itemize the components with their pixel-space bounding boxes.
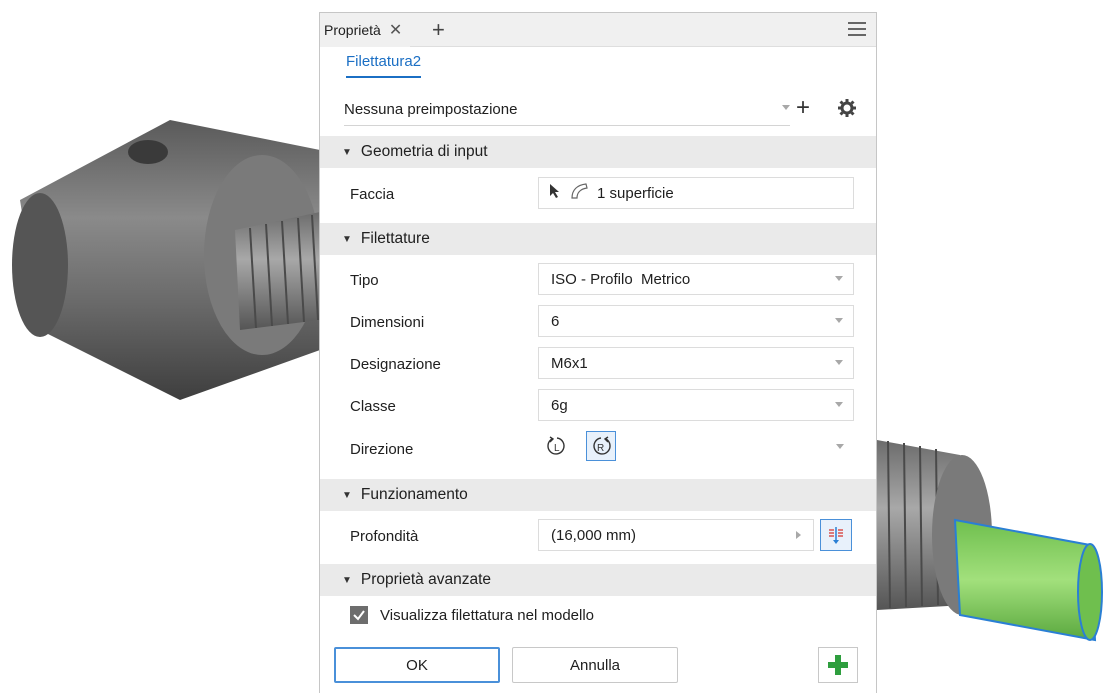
chevron-down-icon bbox=[782, 105, 790, 110]
size-dropdown[interactable]: 6 bbox=[538, 305, 854, 337]
collapse-triangle-icon: ▼ bbox=[342, 574, 352, 586]
chevron-down-icon bbox=[835, 276, 843, 281]
tab-properties[interactable]: Proprietà ✕ bbox=[320, 13, 411, 47]
add-tab-icon[interactable]: + bbox=[432, 13, 445, 47]
size-value: 6 bbox=[551, 312, 560, 330]
section-advanced[interactable]: ▼ Proprietà avanzate bbox=[320, 564, 876, 596]
direction-control: L R bbox=[538, 431, 854, 467]
collapse-triangle-icon: ▼ bbox=[342, 489, 352, 501]
section-title: Filettature bbox=[360, 230, 430, 247]
direction-label: Direzione bbox=[350, 441, 414, 458]
type-value: ISO - Profilo Metrico bbox=[551, 270, 691, 288]
designation-value: M6x1 bbox=[551, 354, 588, 372]
preset-row: Nessuna preimpostazione + bbox=[344, 93, 864, 126]
model-left-part bbox=[12, 120, 320, 400]
class-label: Classe bbox=[350, 398, 396, 415]
cursor-arrow-icon bbox=[549, 183, 561, 203]
face-selector[interactable]: 1 superficie bbox=[538, 177, 854, 209]
section-behavior[interactable]: ▼ Funzionamento bbox=[320, 479, 876, 511]
surface-icon bbox=[569, 182, 589, 204]
flip-depth-icon[interactable] bbox=[820, 519, 852, 551]
right-hand-thread-icon[interactable]: R bbox=[586, 431, 616, 461]
collapse-triangle-icon: ▼ bbox=[342, 146, 352, 158]
left-hand-thread-icon[interactable]: L bbox=[542, 431, 572, 461]
designation-dropdown[interactable]: M6x1 bbox=[538, 347, 854, 379]
close-icon[interactable]: ✕ bbox=[389, 20, 402, 40]
panel-tab-bar: Proprietà ✕ + bbox=[320, 13, 876, 47]
hamburger-icon[interactable] bbox=[848, 22, 866, 36]
preset-dropdown[interactable]: Nessuna preimpostazione bbox=[344, 93, 790, 126]
svg-text:L: L bbox=[554, 443, 560, 454]
chevron-down-icon bbox=[835, 318, 843, 323]
chevron-down-icon bbox=[835, 360, 843, 365]
expand-arrow-icon[interactable] bbox=[796, 531, 801, 539]
section-threads[interactable]: ▼ Filettature bbox=[320, 223, 876, 255]
depth-input[interactable]: (16,000 mm) bbox=[538, 519, 814, 551]
collapse-triangle-icon: ▼ bbox=[342, 233, 352, 245]
plus-icon[interactable]: + bbox=[796, 95, 810, 121]
class-value: 6g bbox=[551, 396, 568, 414]
depth-label: Profondità bbox=[350, 528, 419, 545]
gear-icon[interactable] bbox=[838, 99, 856, 121]
face-value: 1 superficie bbox=[597, 184, 674, 202]
type-label: Tipo bbox=[350, 272, 379, 289]
display-thread-option: Visualizza filettatura nel modello bbox=[350, 606, 594, 624]
section-title: Geometria di input bbox=[360, 143, 488, 160]
type-dropdown[interactable]: ISO - Profilo Metrico bbox=[538, 263, 854, 295]
face-label: Faccia bbox=[350, 186, 395, 203]
tab-label: Proprietà bbox=[324, 22, 381, 38]
display-thread-label: Visualizza filettatura nel modello bbox=[380, 606, 595, 624]
properties-panel: Proprietà ✕ + Filettatura2 Nessuna preim… bbox=[319, 12, 877, 693]
ok-button[interactable]: OK bbox=[334, 647, 500, 683]
section-title: Proprietà avanzate bbox=[360, 571, 492, 588]
depth-value: (16,000 mm) bbox=[551, 526, 637, 544]
apply-plus-icon[interactable] bbox=[818, 647, 858, 683]
feature-name-tab[interactable]: Filettatura2 bbox=[346, 53, 422, 78]
section-input-geometry[interactable]: ▼ Geometria di input bbox=[320, 136, 876, 168]
svg-text:R: R bbox=[597, 443, 604, 454]
class-dropdown[interactable]: 6g bbox=[538, 389, 854, 421]
chevron-down-icon[interactable] bbox=[836, 444, 844, 449]
chevron-down-icon bbox=[835, 402, 843, 407]
size-label: Dimensioni bbox=[350, 314, 425, 331]
cancel-button[interactable]: Annulla bbox=[512, 647, 678, 683]
section-title: Funzionamento bbox=[360, 486, 468, 503]
preset-value: Nessuna preimpostazione bbox=[344, 100, 518, 118]
model-right-part bbox=[877, 440, 1103, 642]
display-thread-checkbox[interactable] bbox=[350, 606, 368, 624]
designation-label: Designazione bbox=[350, 356, 441, 373]
